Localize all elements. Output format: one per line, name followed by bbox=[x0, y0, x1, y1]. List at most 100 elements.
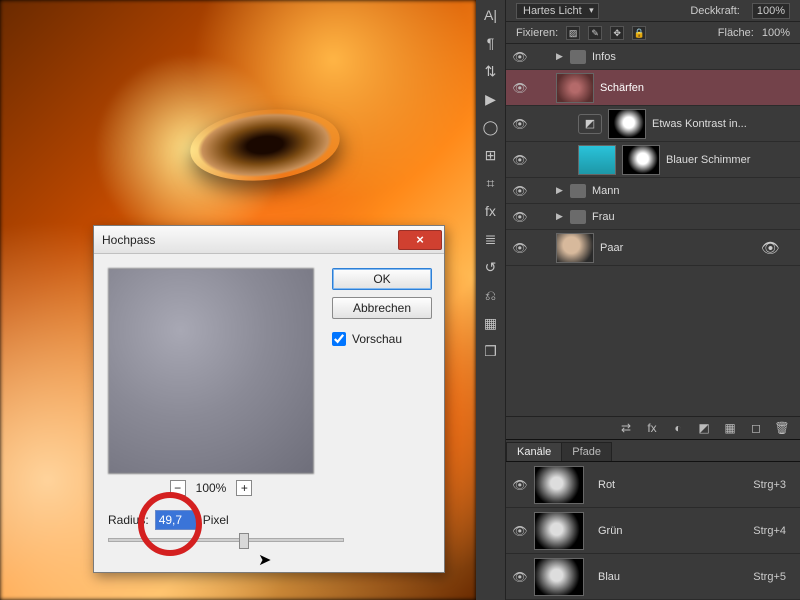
radius-unit: Pixel bbox=[203, 513, 229, 527]
layer-thumb[interactable] bbox=[556, 73, 594, 103]
layer-row[interactable]: 👁 Schärfen bbox=[506, 70, 800, 106]
layer-mask-thumb[interactable] bbox=[608, 109, 646, 139]
panel-strip-icon-2[interactable]: ⇅ bbox=[482, 62, 500, 80]
document-canvas[interactable]: Hochpass × − 100% + Radius: Pixel bbox=[0, 0, 476, 600]
dialog-close-button[interactable]: × bbox=[398, 230, 442, 250]
channel-shortcut: Strg+4 bbox=[753, 525, 800, 537]
layer-name: Frau bbox=[592, 211, 800, 223]
visibility-toggle[interactable]: 👁 bbox=[506, 50, 534, 64]
panel-strip-icon-3[interactable]: ▶ bbox=[482, 90, 500, 108]
layers-footer-icon-2[interactable]: ◐ bbox=[670, 421, 686, 435]
lock-position-icon[interactable]: ✥ bbox=[610, 26, 624, 40]
layers-footer-icon-6[interactable]: 🗑 bbox=[774, 421, 790, 435]
radius-slider[interactable] bbox=[108, 538, 344, 542]
radius-label: Radius: bbox=[108, 513, 149, 527]
fill-label: Fläche: bbox=[718, 27, 754, 39]
zoom-out-button[interactable]: − bbox=[170, 480, 186, 496]
panel-strip-icon-5[interactable]: ⊞ bbox=[482, 146, 500, 164]
layer-thumb[interactable] bbox=[556, 233, 594, 263]
blend-mode-select[interactable]: Hartes Licht bbox=[516, 3, 599, 19]
lock-all-icon[interactable]: 🔒 bbox=[632, 26, 646, 40]
layer-row[interactable]: 👁Paar👁 bbox=[506, 230, 800, 266]
opacity-input[interactable]: 100% bbox=[752, 3, 790, 19]
visibility-toggle[interactable]: 👁 bbox=[506, 241, 534, 255]
layers-footer-icon-4[interactable]: ▦ bbox=[722, 421, 738, 435]
lock-pixels-icon[interactable]: ✎ bbox=[588, 26, 602, 40]
visibility-toggle[interactable]: 👁 bbox=[506, 184, 534, 198]
panel-strip-icon-8[interactable]: ≣ bbox=[482, 230, 500, 248]
collapsed-panel-strip: A| ¶ ⇅ ▶ ◯ ⊞ ⌗ fx ≣ ↺ ⎌ ▦ ❒ bbox=[476, 0, 506, 600]
channel-thumb[interactable] bbox=[534, 512, 584, 550]
panel-strip-icon-7[interactable]: fx bbox=[482, 202, 500, 220]
channel-thumb[interactable] bbox=[534, 558, 584, 596]
panel-strip-icon-10[interactable]: ⎌ bbox=[482, 286, 500, 304]
adjustment-thumb[interactable] bbox=[578, 145, 616, 175]
layers-footer-icon-0[interactable]: ⇄ bbox=[618, 421, 634, 435]
panel-strip-icon-11[interactable]: ▦ bbox=[482, 314, 500, 332]
radius-input[interactable] bbox=[155, 510, 197, 530]
layer-name: Etwas Kontrast in... bbox=[652, 118, 800, 130]
dialog-titlebar[interactable]: Hochpass × bbox=[94, 226, 444, 254]
highpass-dialog: Hochpass × − 100% + Radius: Pixel bbox=[93, 225, 445, 573]
channel-thumb[interactable] bbox=[534, 466, 584, 504]
visibility-toggle[interactable]: 👁 bbox=[506, 478, 534, 492]
visibility-toggle[interactable]: 👁 bbox=[506, 81, 534, 95]
ok-button[interactable]: OK bbox=[332, 268, 432, 290]
panel-strip-icon-9[interactable]: ↺ bbox=[482, 258, 500, 276]
visibility-toggle[interactable]: 👁 bbox=[506, 117, 534, 131]
disclosure-icon[interactable]: ▶ bbox=[556, 185, 570, 196]
fill-input[interactable]: 100% bbox=[762, 27, 790, 39]
preview-label: Vorschau bbox=[352, 332, 402, 346]
preview-checkbox-row[interactable]: Vorschau bbox=[332, 332, 432, 346]
panel-strip-icon-1[interactable]: ¶ bbox=[482, 34, 500, 52]
channel-row[interactable]: 👁GrünStrg+4 bbox=[506, 508, 800, 554]
layer-mask-thumb[interactable] bbox=[622, 145, 660, 175]
layer-row[interactable]: 👁 ▶ Frau bbox=[506, 204, 800, 230]
preview-checkbox[interactable] bbox=[332, 332, 346, 346]
visibility-toggle[interactable]: 👁 bbox=[506, 153, 534, 167]
folder-icon bbox=[570, 50, 586, 64]
tab-channels[interactable]: Kanäle bbox=[506, 442, 562, 461]
layers-footer-icon-3[interactable]: ◩ bbox=[696, 421, 712, 435]
channel-row[interactable]: 👁 Blau Strg+5 bbox=[506, 554, 800, 600]
cancel-button[interactable]: Abbrechen bbox=[332, 297, 432, 319]
lock-transparency-icon[interactable]: ▨ bbox=[566, 26, 580, 40]
tab-paths[interactable]: Pfade bbox=[561, 442, 612, 461]
layer-row[interactable]: 👁 ▶ Infos bbox=[506, 44, 800, 70]
layer-name: Mann bbox=[592, 185, 800, 197]
layer-options-row-1: Hartes Licht Deckkraft: 100% bbox=[506, 0, 800, 22]
zoom-level: 100% bbox=[196, 481, 227, 495]
disclosure-icon[interactable]: ▶ bbox=[556, 51, 570, 62]
channels-tabs: Kanäle Pfade bbox=[506, 440, 800, 462]
channel-row[interactable]: 👁RotStrg+3 bbox=[506, 462, 800, 508]
radius-slider-thumb[interactable] bbox=[239, 533, 249, 549]
visibility-toggle[interactable]: 👁 bbox=[506, 210, 534, 224]
panel-strip-icon-4[interactable]: ◯ bbox=[482, 118, 500, 136]
visibility-toggle[interactable]: 👁 bbox=[506, 524, 534, 538]
disclosure-icon[interactable]: ▶ bbox=[556, 211, 570, 222]
channels-panel: 👁RotStrg+3👁GrünStrg+4👁BlauStrg+5 bbox=[506, 462, 800, 600]
layers-footer-icon-5[interactable]: ◻ bbox=[748, 421, 764, 435]
layer-row[interactable]: 👁 ◩ Etwas Kontrast in... bbox=[506, 106, 800, 142]
layers-panel: 👁 ▶ Infos 👁 Schärfen 👁 ◩ Etwas Kontrast in... 👁B… bbox=[506, 44, 800, 416]
zoom-in-button[interactable]: + bbox=[236, 480, 252, 496]
adjustment-icon[interactable]: ◩ bbox=[578, 114, 602, 134]
channel-name: Blau bbox=[598, 571, 620, 583]
panel-strip-icon-6[interactable]: ⌗ bbox=[482, 174, 500, 192]
layer-row[interactable]: 👁Blauer Schimmer bbox=[506, 142, 800, 178]
panel-strip-icon-0[interactable]: A| bbox=[482, 6, 500, 24]
panel-strip-icon-12[interactable]: ❒ bbox=[482, 342, 500, 360]
layers-footer-icon-1[interactable]: fx bbox=[644, 421, 660, 435]
layer-row[interactable]: 👁 ▶ Mann bbox=[506, 178, 800, 204]
layer-effects-icon[interactable]: 👁 bbox=[761, 239, 780, 257]
folder-icon bbox=[570, 184, 586, 198]
filter-preview[interactable] bbox=[108, 268, 314, 474]
layer-name: Infos bbox=[592, 51, 800, 63]
visibility-toggle[interactable]: 👁 bbox=[506, 570, 534, 584]
channel-shortcut: Strg+5 bbox=[753, 571, 800, 583]
dialog-title: Hochpass bbox=[102, 233, 398, 247]
opacity-label: Deckkraft: bbox=[690, 5, 740, 17]
layer-name: Schärfen bbox=[600, 82, 800, 94]
lock-label: Fixieren: bbox=[516, 27, 558, 39]
layers-panel-footer: ⇄ fx ◐ ◩ ▦ ◻ 🗑 bbox=[506, 416, 800, 440]
